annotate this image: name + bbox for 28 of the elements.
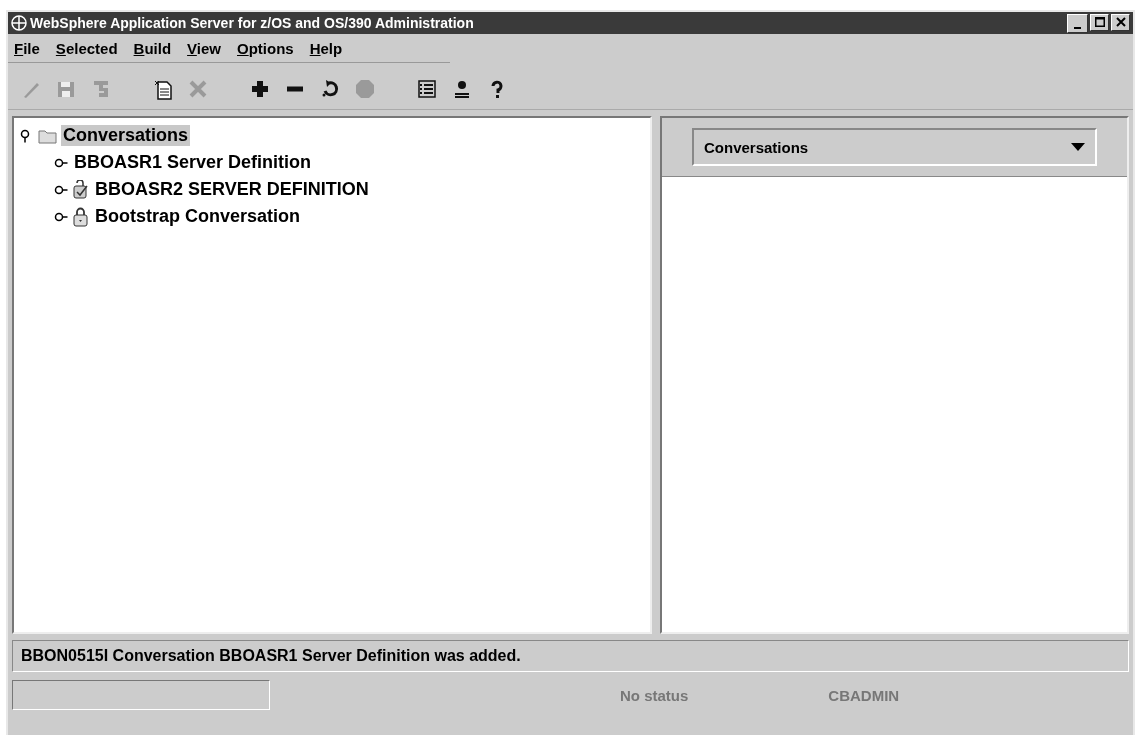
user-name: CBADMIN — [828, 686, 900, 704]
minimize-button[interactable] — [1067, 13, 1088, 33]
plus-icon[interactable] — [249, 78, 271, 100]
message-text: BBON0515I Conversation BBOASR1 Server Definition was added. — [12, 640, 1129, 672]
lock-icon — [72, 206, 89, 227]
tree-item[interactable]: Bootstrap Conversation — [93, 206, 303, 227]
close-button[interactable] — [1111, 13, 1130, 31]
menu-item[interactable]: Help — [309, 40, 343, 57]
tree-item[interactable]: BBOASR1 Server Definition — [72, 152, 314, 173]
maximize-button[interactable] — [1090, 13, 1109, 31]
menu-item[interactable]: View — [187, 40, 221, 57]
dropdown-arrow-icon — [1071, 142, 1085, 152]
list-icon[interactable] — [416, 78, 438, 100]
globe-icon — [11, 15, 27, 31]
window-title: WebSphere Application Server for z/OS and OS/390 Administration — [30, 15, 475, 31]
status-text: No status — [620, 686, 689, 704]
menu-item[interactable]: Selected — [55, 40, 118, 57]
menu-item[interactable]: File — [14, 40, 40, 57]
view-dropdown[interactable]: Conversations — [692, 128, 1097, 166]
maximize-icon — [1094, 17, 1105, 27]
tree-item[interactable]: Conversations — [61, 125, 191, 146]
menu-item[interactable]: Options — [237, 40, 294, 57]
tree-item[interactable]: BBOASR2 SERVER DEFINITION — [93, 179, 371, 200]
check-badge-icon — [72, 179, 89, 200]
new-document-icon[interactable] — [152, 78, 174, 100]
minimize-icon — [1074, 26, 1081, 29]
menu-item[interactable]: Build — [133, 40, 172, 57]
close-icon — [1115, 17, 1126, 27]
